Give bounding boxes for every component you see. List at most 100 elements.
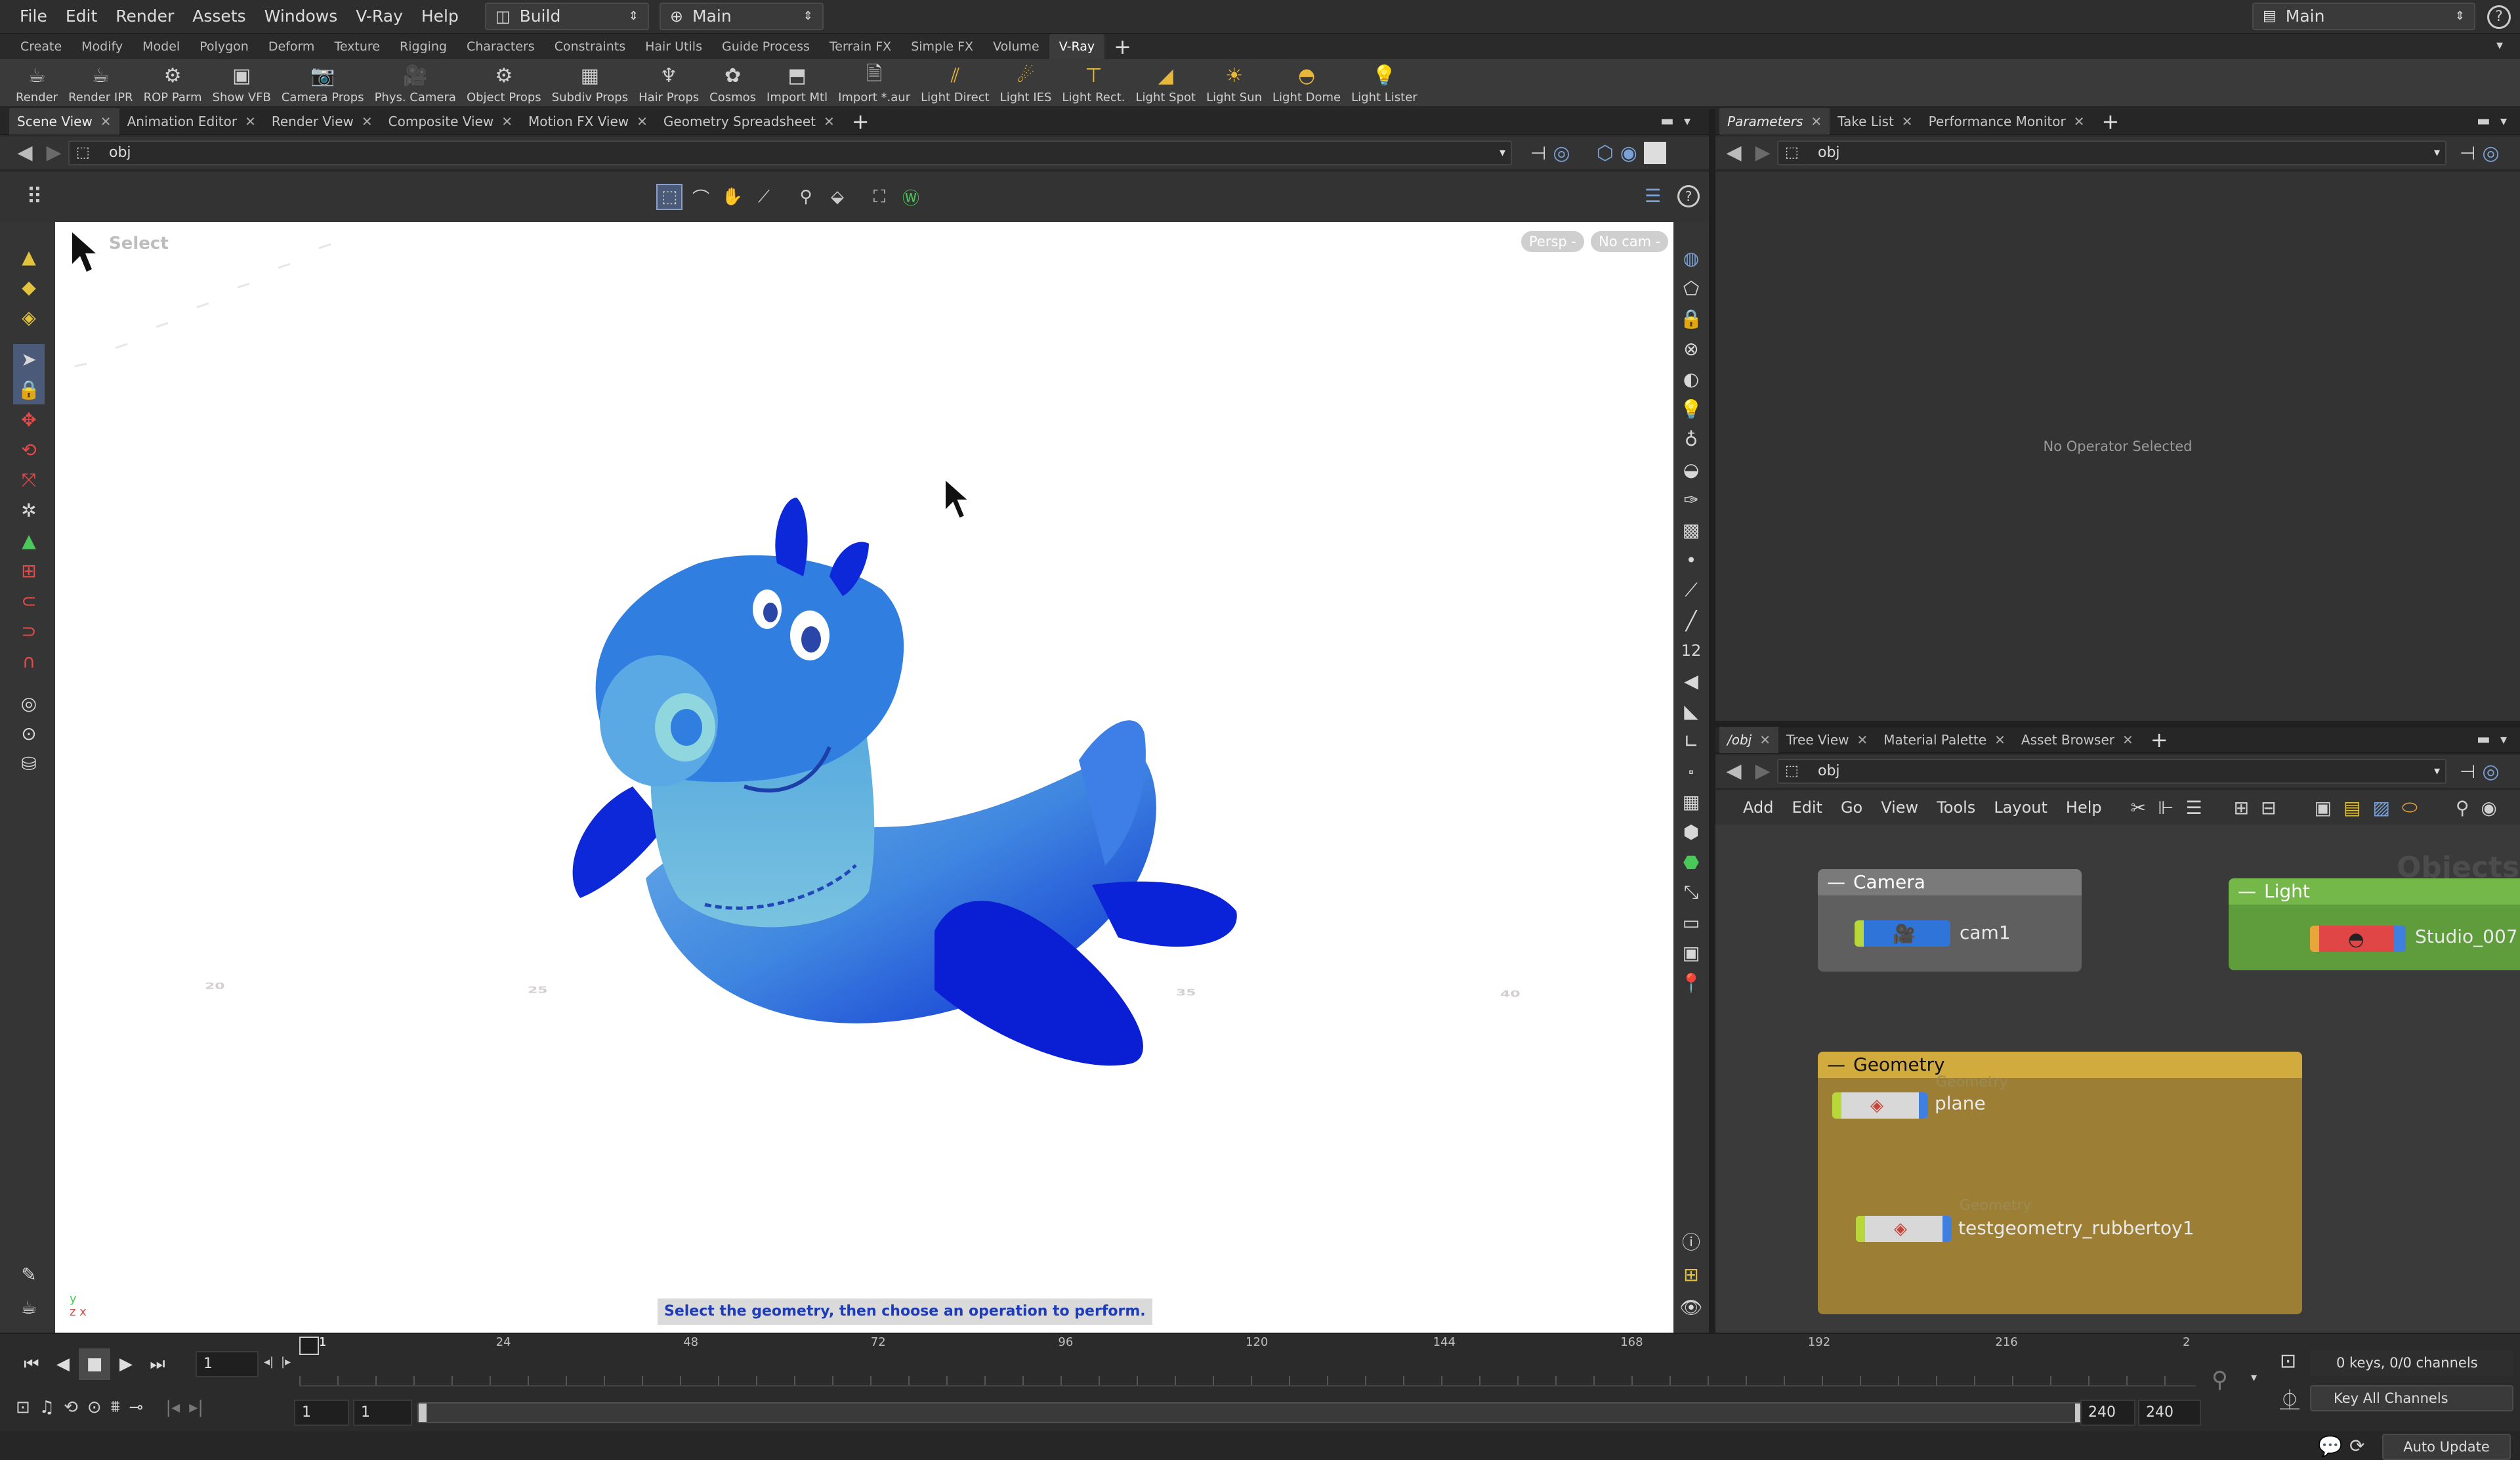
menu-file[interactable]: File (10, 0, 56, 33)
light-link-icon[interactable]: ♁ (1675, 424, 1707, 454)
close-icon[interactable]: ✕ (1811, 108, 1822, 135)
display-options-icon[interactable]: ☰ (1645, 185, 1661, 207)
shelf-tab-deform[interactable]: Deform (259, 34, 325, 59)
light-network-box[interactable]: — Light ◓ Studio_007 (2229, 878, 2520, 970)
teapot-small-icon[interactable]: ☕ (13, 1292, 45, 1322)
scope-icon[interactable]: ⊸ (129, 1398, 144, 1417)
tab-render-view[interactable]: Render View ✕ (264, 108, 381, 135)
add-param-tab-button[interactable]: + (2092, 108, 2128, 135)
close-icon[interactable]: ✕ (2074, 108, 2085, 135)
view-cube-icon[interactable]: ⬡ (1597, 142, 1614, 165)
curve-display-icon[interactable]: ⟋ (1675, 575, 1707, 605)
point-display-icon[interactable]: • (1675, 545, 1707, 575)
pen-tool-icon[interactable]: ✑ (1675, 484, 1707, 515)
add-pane-tab-button[interactable]: + (843, 108, 879, 135)
translate-icon[interactable]: ✥ (13, 404, 45, 435)
jump-end-icon[interactable]: ⏭ (142, 1348, 173, 1380)
network-editor[interactable]: Objects — Camera 🎥 cam1 — Light ◓ Studio… (1715, 825, 2520, 1333)
magnet-icon[interactable]: ∩ (13, 646, 45, 676)
stamp-icon[interactable]: ✎ (13, 1259, 45, 1289)
scale-icon[interactable]: ⤧ (13, 465, 45, 495)
checker-icon[interactable]: ▦ (1675, 786, 1707, 817)
edge-display-icon[interactable]: ◣ (1675, 696, 1707, 726)
jump-start-icon[interactable]: ⏮ (16, 1348, 47, 1380)
back-arrow-icon[interactable]: ◀ (1719, 136, 1748, 170)
shelf-tab-guideprocess[interactable]: Guide Process (712, 34, 820, 59)
tree-icon[interactable]: ⊩ (2158, 797, 2174, 819)
desktop-main-combo[interactable]: ⊕ Main ⇕ (659, 3, 824, 30)
box-select-icon[interactable]: ⬚ (656, 184, 682, 210)
lock-camera-icon[interactable]: 🔒 (1675, 303, 1707, 333)
tab-geometry-spreadsheet[interactable]: Geometry Spreadsheet ✕ (656, 108, 843, 135)
grid-view-icon[interactable]: ⊞ (2234, 797, 2249, 819)
headlight-icon[interactable]: ◐ (1675, 364, 1707, 394)
menu-vray[interactable]: V-Ray (346, 0, 412, 33)
shelf-tool-subdiv-props[interactable]: ▦ Subdiv Props (547, 58, 633, 107)
hda-icon[interactable]: ⬭ (2402, 796, 2418, 819)
key-search-icon[interactable]: ⚲ (2212, 1367, 2228, 1393)
render-flag[interactable] (1919, 1092, 1928, 1119)
tab-performance-monitor[interactable]: Performance Monitor ✕ (1921, 108, 2093, 135)
shelf-tab-texture[interactable]: Texture (324, 34, 390, 59)
tools-icon[interactable]: ✂ (2131, 797, 2146, 819)
uv-display-icon[interactable]: ∟ (1675, 726, 1707, 756)
number-display-icon[interactable]: 12 (1675, 635, 1707, 666)
rubber-toy-model[interactable] (572, 498, 1237, 1066)
refresh-icon[interactable]: ⟳ (2349, 1435, 2364, 1457)
audio-icon[interactable]: ♫ (39, 1398, 54, 1417)
shelf-tab-hairutils[interactable]: Hair Utils (635, 34, 712, 59)
camera-tool-icon[interactable]: ▩ (1675, 515, 1707, 545)
shelf-tab-simplefx[interactable]: Simple FX (901, 34, 983, 59)
forward-arrow-icon[interactable]: ▶ (39, 136, 68, 170)
tab-scene-view[interactable]: Scene View ✕ (9, 108, 119, 135)
secure-select-icon[interactable]: Ⓦ (898, 184, 924, 210)
render-region-icon[interactable]: ⊙ (13, 718, 45, 748)
step-forward-icon[interactable]: |▸ (281, 1355, 291, 1369)
shelf-tab-modify[interactable]: Modify (72, 34, 133, 59)
shelf-tool-light-rect[interactable]: ⊤ Light Rect. (1057, 58, 1130, 107)
viewport-help-icon[interactable]: ? (1677, 185, 1700, 207)
background-image-icon[interactable]: ▣ (1675, 937, 1707, 968)
tile-view-icon[interactable]: ⊟ (2261, 797, 2276, 819)
snap-prim-magnet-icon[interactable]: ⊂ (13, 586, 45, 616)
shelf-tool-phys-camera[interactable]: 🎥 Phys. Camera (369, 58, 461, 107)
shelf-tool-light-lister[interactable]: 💡 Light Lister (1346, 58, 1423, 107)
info-icon[interactable]: ⓘ (1675, 1226, 1707, 1256)
wire-mode-icon[interactable]: ⬣ (1675, 847, 1707, 877)
shelf-tab-volume[interactable]: Volume (983, 34, 1049, 59)
step-back-icon[interactable]: ◂| (264, 1355, 274, 1369)
shelf-tool-light-ies[interactable]: ☄ Light IES (995, 58, 1057, 107)
find-icon[interactable]: ⚲ (2456, 797, 2469, 819)
laser-select-icon[interactable]: ⟋ (751, 184, 777, 210)
pane-layout-icon[interactable]: ▬ (2477, 731, 2490, 748)
channel-icon[interactable]: ⊡ (2280, 1350, 2296, 1373)
close-icon[interactable]: ✕ (362, 108, 373, 135)
desktop-build-combo[interactable]: ◫ Build ⇕ (484, 3, 649, 30)
display-flag[interactable] (1856, 1216, 1865, 1242)
close-icon[interactable]: ✕ (1857, 727, 1868, 753)
shelf-tool-import-mtl[interactable]: ⬒ Import Mtl (761, 58, 833, 107)
help-icon[interactable]: ? (2487, 5, 2511, 29)
realtime-icon[interactable]: ⊡ (16, 1398, 30, 1417)
pane-menu-icon[interactable]: ▾ (1684, 113, 1690, 129)
brush-select-icon[interactable]: ✋ (719, 184, 746, 210)
rotate-icon[interactable]: ⟲ (13, 435, 45, 465)
brush-display-icon[interactable]: ⬞ (1675, 756, 1707, 786)
menu-edit[interactable]: Edit (56, 0, 106, 33)
geometry-display-icon[interactable]: ⬠ (1675, 273, 1707, 303)
display-flag[interactable] (1855, 920, 1864, 947)
network-menu-view[interactable]: View (1872, 798, 1927, 817)
frame-indicator[interactable] (299, 1337, 319, 1355)
link-icon[interactable]: ◎ (2482, 760, 2499, 783)
shelf-tool-rop-parm[interactable]: ⚙ ROP Parm (138, 58, 207, 107)
range-start-field[interactable]: 1 (294, 1400, 349, 1426)
shelf-tool-light-direct[interactable]: ⫽ Light Direct (915, 58, 995, 107)
shelf-tool-object-props[interactable]: ⚙ Object Props (461, 58, 547, 107)
keyframe-icon[interactable]: ⩩ (111, 1397, 120, 1417)
image-icon[interactable]: ▨ (2372, 797, 2389, 819)
shelf-tool-import-aur[interactable]: 🗎 Import *.aur (833, 58, 915, 107)
display-flag[interactable] (1832, 1092, 1841, 1119)
tab-asset-browser[interactable]: Asset Browser ✕ (2013, 727, 2141, 753)
forward-arrow-icon[interactable]: ▶ (1748, 754, 1777, 788)
ghost-icon[interactable]: ◍ (1675, 243, 1707, 273)
